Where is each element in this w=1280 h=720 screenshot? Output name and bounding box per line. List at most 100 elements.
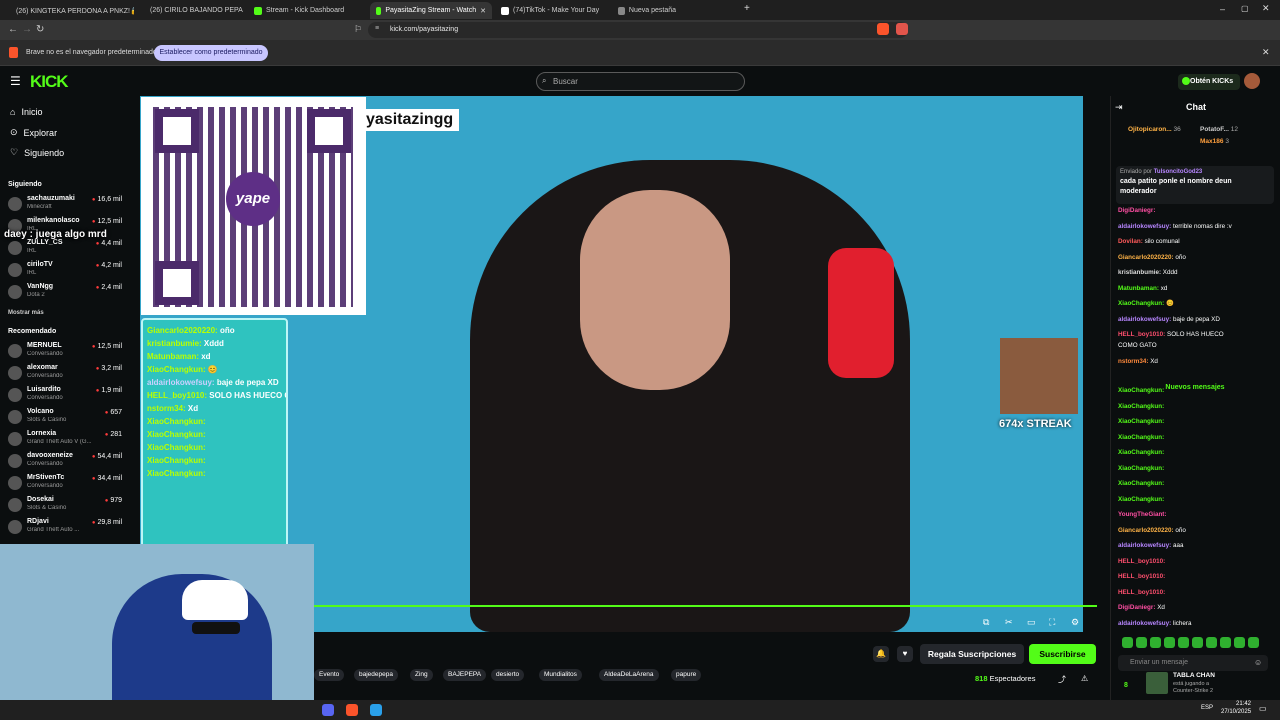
channel-item[interactable]: alexomar Conversando 3,2 mil: [8, 364, 122, 384]
report-icon[interactable]: ⚠: [1081, 674, 1088, 683]
emote-icon[interactable]: [1136, 637, 1147, 648]
chat-username[interactable]: XiaoChangkun:: [1118, 403, 1164, 410]
tag-chip[interactable]: bajedepepa: [354, 669, 398, 681]
chat-username[interactable]: XiaoChangkun:: [1118, 434, 1164, 441]
clip-icon[interactable]: ✂: [1005, 617, 1013, 628]
channel-item[interactable]: ZULLY_CS IRL 4,4 mil: [8, 239, 122, 259]
channel-points[interactable]: 8: [1124, 682, 1128, 689]
collapse-chat-icon[interactable]: ⇥: [1115, 102, 1123, 113]
channel-item[interactable]: Lornexia Grand Theft Auto V (G... 281: [8, 430, 122, 450]
telegram-icon[interactable]: [370, 704, 382, 716]
discord-icon[interactable]: [322, 704, 334, 716]
chat-input[interactable]: Enviar un mensaje: [1118, 655, 1268, 671]
tag-chip[interactable]: Evento: [314, 669, 345, 681]
chat-username[interactable]: YoungTheGiant:: [1118, 511, 1167, 518]
chat-username[interactable]: aldairlokowefsuy:: [1118, 620, 1171, 627]
chat-username[interactable]: HELL_boy1010:: [1118, 558, 1165, 565]
emote-icon[interactable]: [1192, 637, 1203, 648]
emote-icon[interactable]: [1178, 637, 1189, 648]
chat-username[interactable]: DigiDaniegr:: [1118, 604, 1155, 611]
site-info-icon[interactable]: ≡: [375, 25, 379, 32]
tag-chip[interactable]: AldeaDeLaArena: [599, 669, 659, 681]
clock-time[interactable]: 21:42: [1227, 701, 1251, 707]
search-input[interactable]: Buscar: [536, 72, 745, 91]
chat-username[interactable]: HELL_boy1010:: [1118, 589, 1165, 596]
brave-shields-icon[interactable]: [877, 23, 889, 35]
channel-item[interactable]: RDjavi Grand Theft Auto ... 29,8 mil: [8, 518, 122, 538]
new-tab-icon[interactable]: +: [744, 3, 750, 14]
show-more-link[interactable]: Mostrar más: [8, 310, 44, 316]
close-infobar-icon[interactable]: ✕: [1262, 47, 1270, 58]
settings-icon[interactable]: ⚙: [1071, 617, 1079, 628]
top-gifter[interactable]: PotatoF... 12: [1200, 126, 1238, 133]
chat-username[interactable]: XiaoChangkun:: [1118, 418, 1164, 425]
bookmark-icon[interactable]: ⚐: [354, 24, 362, 35]
tag-chip[interactable]: Zing: [410, 669, 433, 681]
chat-username[interactable]: Dovilan:: [1118, 238, 1143, 245]
chat-username[interactable]: HELL_boy1010:: [1118, 573, 1165, 580]
pip-icon[interactable]: ⧉: [983, 617, 989, 628]
maximize-icon[interactable]: ▢: [1241, 4, 1249, 13]
chat-username[interactable]: Giancarlo2020220:: [1118, 527, 1174, 534]
tab-2[interactable]: (26) CIRILO BAJANDO PEPA CON: [140, 2, 244, 19]
close-tab-icon[interactable]: ✕: [480, 7, 486, 15]
top-gifter[interactable]: Max186 3: [1200, 138, 1229, 145]
chat-username[interactable]: aldairlokowefsuy:: [1118, 542, 1171, 549]
tab-3[interactable]: Stream - Kick Dashboard: [248, 2, 366, 19]
brave-rewards-icon[interactable]: [896, 23, 908, 35]
chat-username[interactable]: XiaoChangkun:: [1118, 496, 1164, 503]
chat-username[interactable]: nstorm34:: [1118, 358, 1148, 365]
video-progress-bar[interactable]: [314, 605, 1097, 607]
gift-subs-button[interactable]: Regala Suscripciones: [920, 644, 1024, 664]
sidebar-item-siguiendo[interactable]: ♡ Siguiendo: [10, 147, 64, 158]
brave-taskbar-icon[interactable]: [346, 704, 358, 716]
notification-icon[interactable]: ▭: [1259, 704, 1267, 713]
chat-username[interactable]: kristianbumie:: [1118, 269, 1161, 276]
close-window-icon[interactable]: ✕: [1262, 3, 1270, 14]
emote-icon[interactable]: [1206, 637, 1217, 648]
clock-date[interactable]: 27/10/2025: [1221, 709, 1251, 715]
set-default-button[interactable]: Establecer como predeterminado: [154, 45, 268, 61]
user-avatar[interactable]: [1244, 73, 1260, 89]
subscribe-button[interactable]: Suscribirse: [1029, 644, 1096, 664]
channel-item[interactable]: sachauzumaki Minecraft 16,6 mil: [8, 195, 122, 215]
emote-icon[interactable]: [1234, 637, 1245, 648]
emoji-icon[interactable]: ☺: [1254, 658, 1262, 667]
tag-chip[interactable]: Mundialitos: [539, 669, 582, 681]
channel-item[interactable]: MrStivenTc Conversando 34,4 mil: [8, 474, 122, 494]
sidebar-item-explorar[interactable]: ⊙ Explorar: [10, 127, 57, 138]
emote-icon[interactable]: [1122, 637, 1133, 648]
language-indicator[interactable]: ESP: [1201, 705, 1213, 711]
chat-username[interactable]: Giancarlo2020220:: [1118, 254, 1174, 261]
share-icon[interactable]: ⤴: [1058, 674, 1066, 685]
emote-icon[interactable]: [1248, 637, 1259, 648]
chat-username[interactable]: HELL_boy1010:: [1118, 331, 1165, 338]
forward-icon[interactable]: →: [22, 24, 32, 35]
channel-item[interactable]: Luisardito Conversando 1,9 mil: [8, 386, 122, 406]
heart-icon[interactable]: ♥: [897, 646, 913, 662]
chat-username[interactable]: XiaoChangkun:: [1118, 300, 1164, 307]
theater-icon[interactable]: ▭: [1027, 617, 1036, 628]
channel-item[interactable]: Dosekai Slots & Casino 979: [8, 496, 122, 516]
channel-item[interactable]: Volcano Slots & Casino 657: [8, 408, 122, 428]
channel-item[interactable]: davooxeneize Conversando 54,4 mil: [8, 452, 122, 472]
url-field[interactable]: kick.com/payasitazing: [368, 22, 908, 38]
top-gifter[interactable]: Ojitopicaron... 36: [1128, 126, 1181, 133]
channel-item[interactable]: ciriloTV IRL 4,2 mil: [8, 261, 122, 281]
kick-logo[interactable]: KICK: [30, 72, 69, 92]
chat-username[interactable]: aldairlokowefsuy:: [1118, 223, 1171, 230]
tab-4[interactable]: PayasitaZing Stream - Watch ✕: [370, 2, 492, 19]
menu-icon[interactable]: ☰: [10, 74, 21, 88]
chat-username[interactable]: XiaoChangkun:: [1118, 449, 1164, 456]
tag-chip[interactable]: desierto: [491, 669, 525, 681]
bell-icon[interactable]: 🔔: [873, 646, 889, 662]
sidebar-item-inicio[interactable]: ⌂ Inicio: [10, 107, 42, 117]
minimize-icon[interactable]: –: [1220, 4, 1225, 14]
reload-icon[interactable]: ↻: [36, 24, 44, 35]
emote-icon[interactable]: [1220, 637, 1231, 648]
chat-username[interactable]: XiaoChangkun:: [1118, 465, 1164, 472]
emote-icon[interactable]: [1164, 637, 1175, 648]
tab-5[interactable]: (74)TikTok - Make Your Day: [495, 2, 607, 19]
tab-6[interactable]: Nueva pestaña: [612, 2, 682, 19]
pinned-by-user[interactable]: TulsoncitoGod23: [1154, 169, 1203, 175]
